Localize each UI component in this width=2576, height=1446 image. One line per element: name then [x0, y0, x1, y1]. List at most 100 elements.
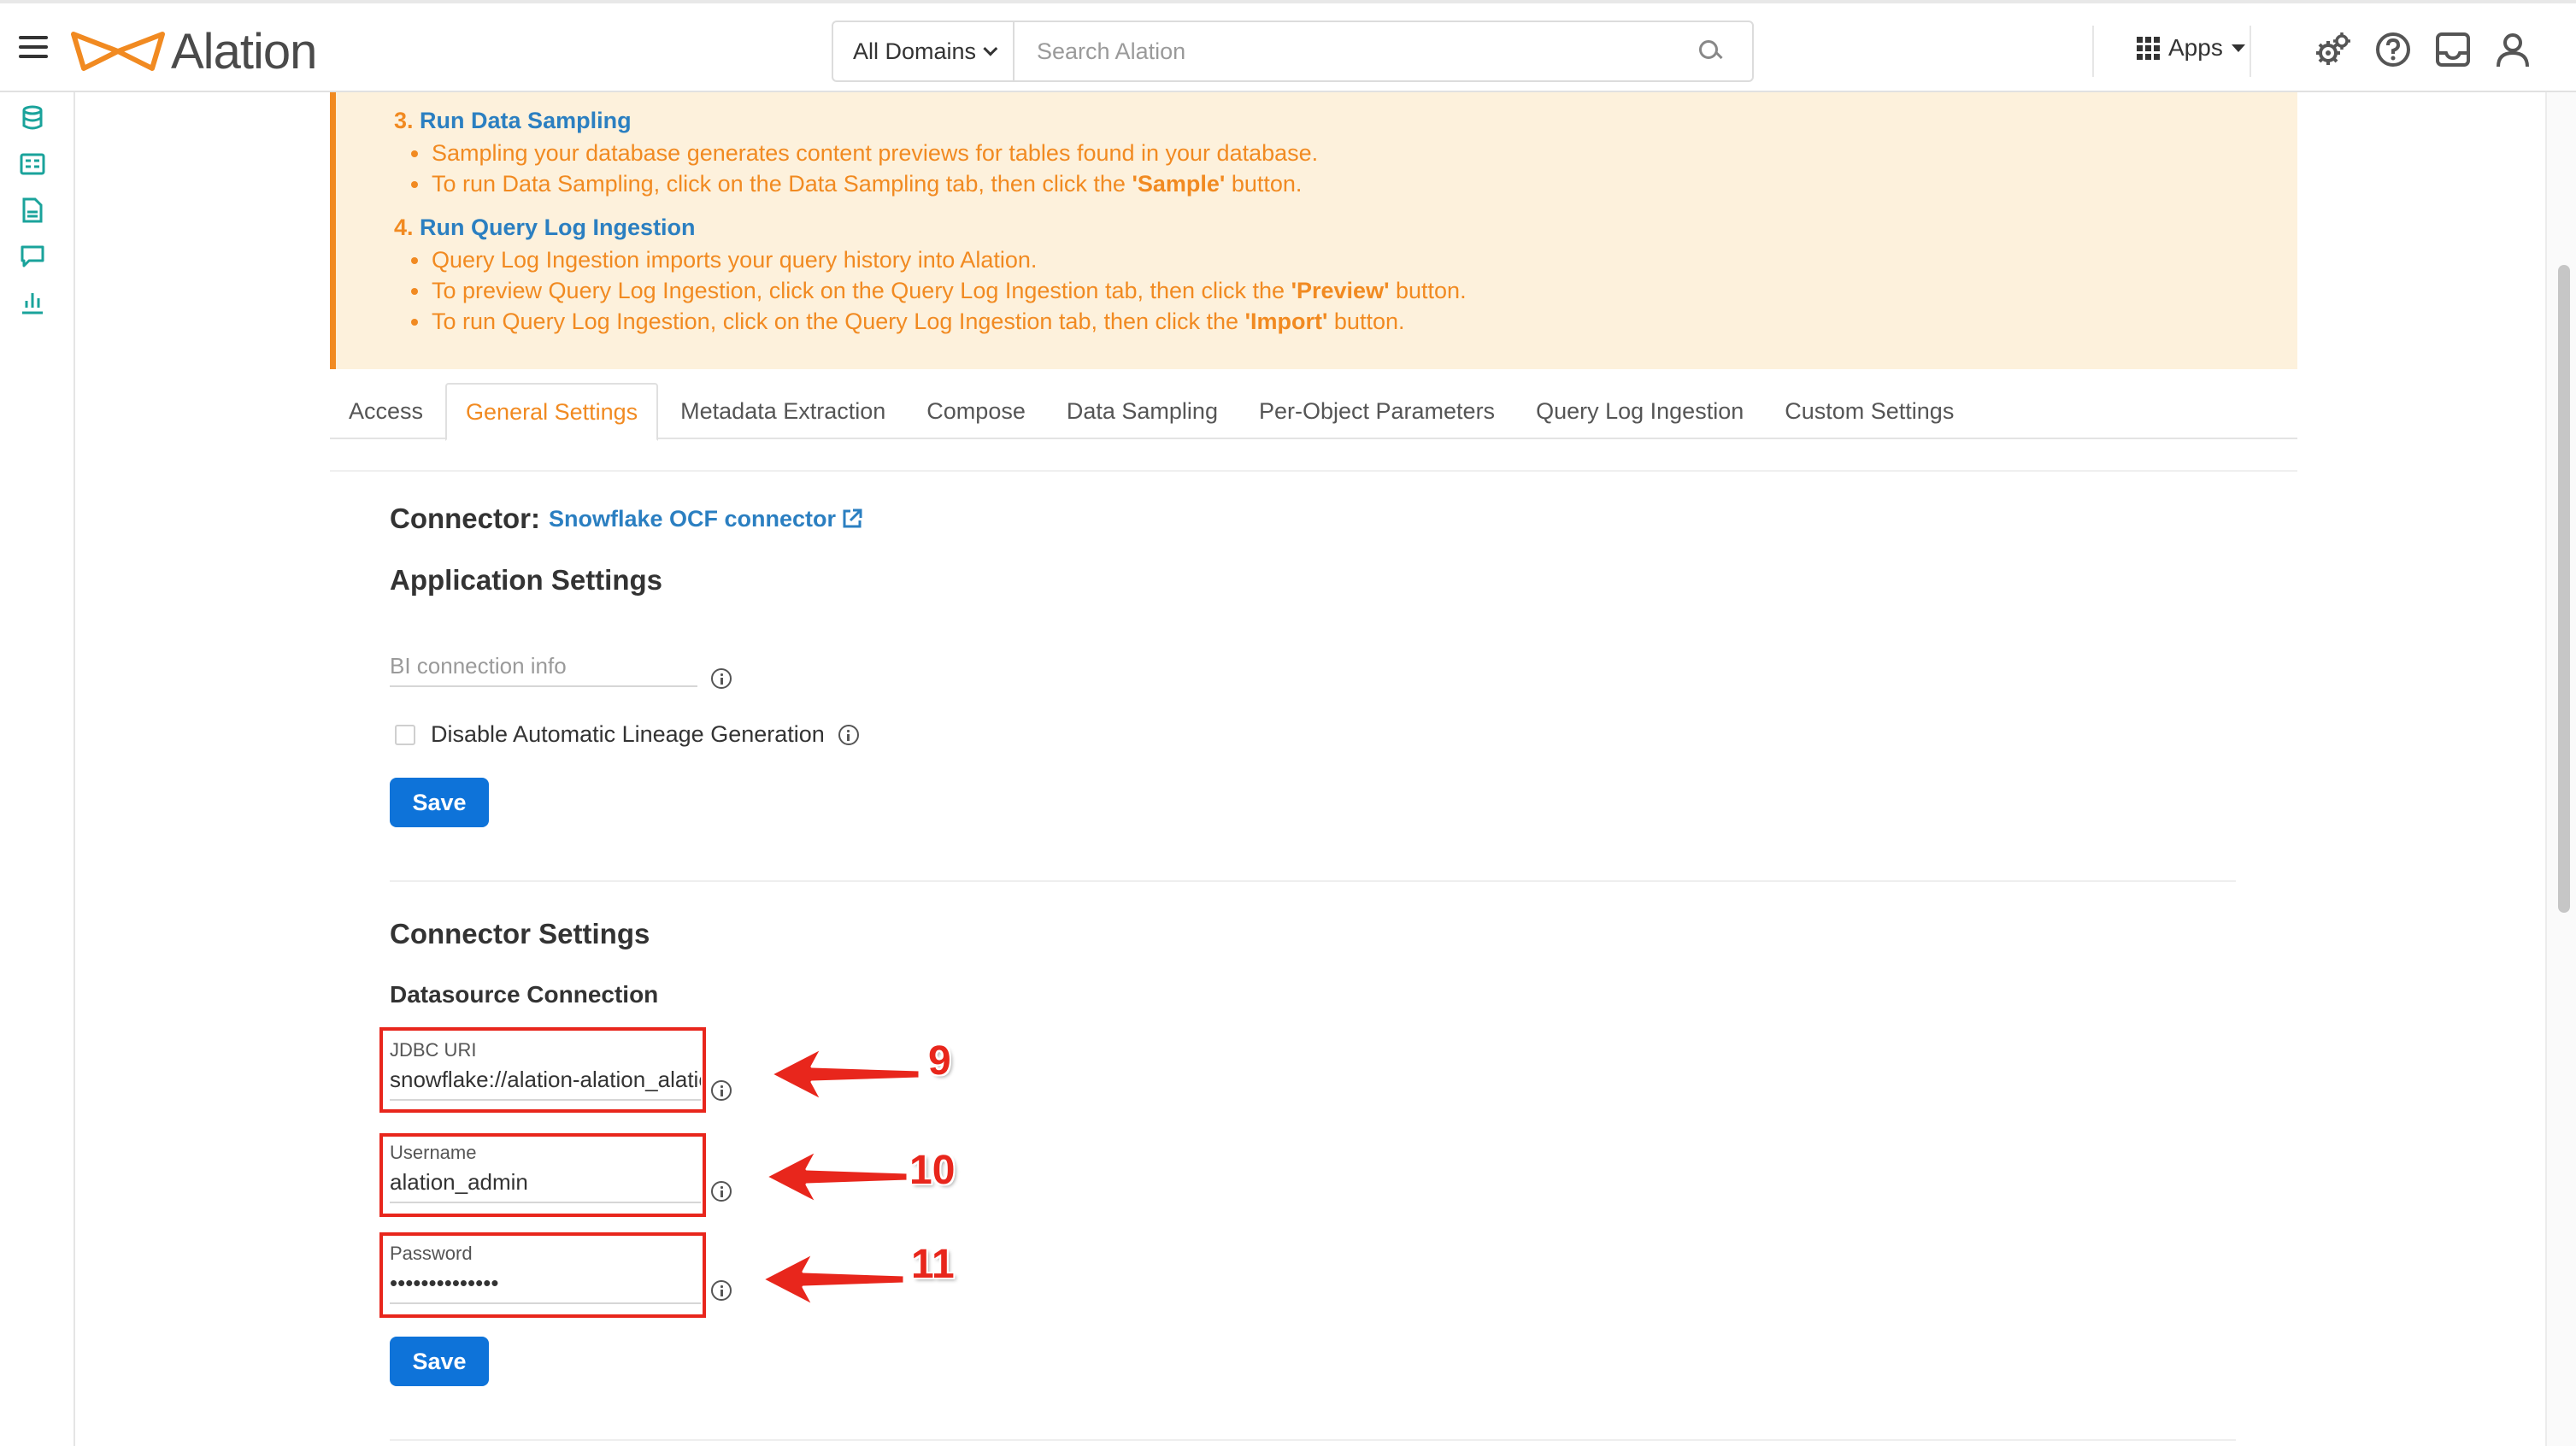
step-number: 4. [394, 215, 414, 240]
apps-menu-button[interactable]: Apps [2137, 34, 2245, 62]
catalog-icon[interactable] [19, 150, 46, 178]
info-icon[interactable] [711, 1181, 732, 1202]
setup-instructions-callout: 3. Run Data Sampling Sampling your databa… [330, 92, 2297, 369]
instruction-item: Query Log Ingestion imports your query h… [394, 244, 2297, 275]
bi-connection-input[interactable] [390, 653, 697, 679]
info-icon[interactable] [711, 1080, 732, 1101]
connector-settings-title: Connector Settings [390, 918, 650, 949]
apps-grid-icon [2137, 36, 2160, 60]
scrollbar-thumb[interactable] [2558, 265, 2570, 913]
tab-custom-settings[interactable]: Custom Settings [1766, 383, 1973, 439]
alation-logo[interactable]: Alation [70, 23, 317, 79]
tab-data-sampling[interactable]: Data Sampling [1048, 383, 1237, 439]
annotation-arrow [761, 1249, 908, 1309]
info-icon[interactable] [711, 1280, 732, 1301]
alation-bowtie-icon [71, 32, 165, 71]
instruction-step: 4. Run Query Log Ingestion Query Log Inge… [394, 215, 2297, 337]
step-title-text: Run Data Sampling [420, 108, 632, 133]
instruction-button-name: 'Sample' [1132, 171, 1226, 197]
info-icon[interactable] [711, 668, 732, 689]
jdbc-uri-field: JDBC URI snowflake://alation-alation_ala… [390, 1039, 701, 1101]
help-icon[interactable] [2374, 31, 2412, 68]
annotation-arrow [769, 1044, 923, 1104]
domains-label: All Domains [852, 38, 977, 64]
step-number: 3. [394, 108, 414, 133]
disable-lineage-label: Disable Automatic Lineage Generation [431, 721, 825, 747]
tab-per-object-parameters[interactable]: Per-Object Parameters [1240, 383, 1514, 439]
instruction-text: Query Log Ingestion imports your query h… [432, 247, 1038, 273]
bar-chart-icon[interactable] [19, 289, 46, 316]
tab-compose[interactable]: Compose [908, 383, 1044, 439]
instruction-text: To run Query Log Ingestion, click on the… [432, 309, 1245, 334]
tab-general-settings[interactable]: General Settings [445, 383, 659, 441]
annotation-number: 10 [909, 1148, 956, 1193]
datasource-connection-title: Datasource Connection [390, 981, 659, 1008]
annotation-number: 11 [911, 1242, 955, 1287]
jdbc-uri-input[interactable]: snowflake://alation-alation_alation [390, 1067, 701, 1101]
settings-gears-icon[interactable] [2314, 31, 2352, 68]
instruction-text: Sampling your database generates content… [432, 140, 1319, 166]
search-icon[interactable] [1697, 38, 1723, 64]
password-label: Password [390, 1243, 473, 1264]
divider [330, 470, 2297, 472]
save-button[interactable]: Save [390, 778, 489, 827]
tab-metadata-extraction[interactable]: Metadata Extraction [662, 383, 904, 439]
section-divider [390, 880, 2236, 882]
step-title: 4. Run Query Log Ingestion [394, 215, 2297, 241]
disable-lineage-checkbox[interactable] [395, 724, 415, 745]
connector-label: Connector: [390, 503, 540, 534]
instruction-text: button. [1225, 171, 1303, 197]
search-bar: All Domains [832, 21, 1754, 82]
domains-dropdown[interactable]: All Domains [833, 22, 1015, 80]
instruction-item: Sampling your database generates content… [394, 138, 2297, 168]
jdbc-uri-label: JDBC URI [390, 1039, 477, 1061]
instruction-text: button. [1389, 278, 1467, 303]
password-field: Password •••••••••••••• [390, 1243, 701, 1304]
username-input[interactable]: alation_admin [390, 1169, 701, 1203]
connector-link-text: Snowflake OCF connector [549, 505, 837, 532]
instruction-button-name: 'Import' [1244, 309, 1328, 334]
connector-heading: Connector: Snowflake OCF connector [390, 503, 863, 535]
hamburger-menu-icon[interactable] [19, 36, 48, 58]
annotation-number: 9 [928, 1038, 951, 1084]
left-nav-rail [0, 92, 75, 1446]
inbox-icon[interactable] [2434, 31, 2472, 68]
instruction-item: To run Query Log Ingestion, click on the… [394, 306, 2297, 337]
document-icon[interactable] [19, 197, 46, 224]
tab-query-log-ingestion[interactable]: Query Log Ingestion [1517, 383, 1762, 439]
database-icon[interactable] [19, 104, 46, 132]
external-link-icon [843, 508, 862, 528]
tab-access[interactable]: Access [330, 383, 442, 439]
conversation-icon[interactable] [19, 243, 46, 270]
settings-tabs: Access General Settings Metadata Extractio… [330, 383, 2297, 441]
connector-link[interactable]: Snowflake OCF connector [549, 506, 863, 532]
logo-text: Alation [171, 23, 317, 79]
username-field: Username alation_admin [390, 1142, 701, 1203]
instruction-text: To run Data Sampling, click on the Data … [432, 171, 1132, 197]
divider [2092, 26, 2094, 77]
lineage-checkbox-row: Disable Automatic Lineage Generation [395, 721, 859, 748]
divider [2250, 26, 2251, 77]
caret-down-icon [2231, 44, 2245, 52]
application-settings-title: Application Settings [390, 564, 663, 596]
step-title-text: Run Query Log Ingestion [420, 215, 696, 240]
instruction-item: To preview Query Log Ingestion, click on… [394, 275, 2297, 306]
password-input[interactable]: •••••••••••••• [390, 1270, 701, 1304]
top-bar: Alation All Domains Apps [0, 0, 2576, 92]
instruction-step: 3. Run Data Sampling Sampling your databa… [394, 108, 2297, 199]
instruction-text: button. [1327, 309, 1405, 334]
section-divider [390, 1439, 2236, 1441]
save-connector-button[interactable]: Save [390, 1337, 489, 1386]
apps-label: Apps [2168, 34, 2223, 61]
instruction-item: To run Data Sampling, click on the Data … [394, 168, 2297, 199]
bi-connection-field [390, 653, 697, 687]
step-title: 3. Run Data Sampling [394, 108, 2297, 134]
instruction-text: To preview Query Log Ingestion, click on… [432, 278, 1291, 303]
username-label: Username [390, 1142, 477, 1163]
info-icon[interactable] [838, 724, 859, 745]
user-profile-icon[interactable] [2494, 31, 2532, 68]
annotation-arrow [764, 1147, 911, 1207]
chevron-down-icon [983, 41, 998, 56]
search-input[interactable] [1015, 38, 1697, 65]
instruction-button-name: 'Preview' [1291, 278, 1390, 303]
